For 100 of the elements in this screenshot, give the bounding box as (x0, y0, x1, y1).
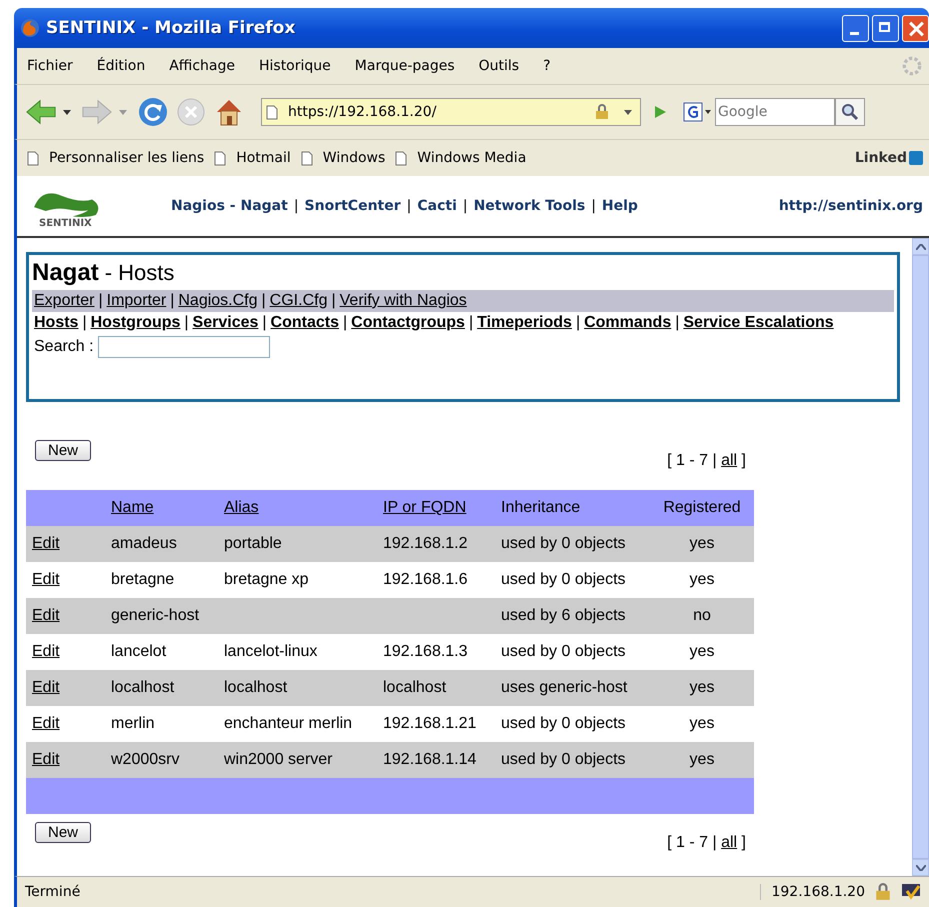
page-icon (266, 104, 278, 120)
section-link[interactable]: Service Escalations (683, 314, 834, 332)
menu-item[interactable]: ? (543, 58, 551, 74)
table-cell: lancelot (111, 643, 166, 660)
table-cell: portable (224, 535, 282, 552)
separator: | (262, 314, 267, 332)
separator: | (170, 292, 174, 310)
column-header[interactable]: Alias (224, 499, 259, 516)
bookmark-link[interactable]: Windows Media (417, 150, 526, 166)
page-icon (27, 150, 39, 166)
new-button[interactable]: New (35, 440, 92, 461)
separator: | (82, 314, 87, 332)
column-header: Inheritance (501, 499, 580, 516)
nav-link[interactable]: Cacti (417, 198, 457, 214)
nav-link[interactable]: Help (602, 198, 638, 214)
table-cell: enchanteur merlin (224, 715, 352, 732)
search-icon (840, 102, 860, 122)
menu-item[interactable]: Affichage (169, 58, 235, 74)
search-button[interactable] (835, 98, 865, 126)
page-icon (300, 150, 313, 166)
section-link[interactable]: Hosts (34, 314, 78, 332)
section-link[interactable]: Commands (584, 314, 672, 332)
maximize-button[interactable] (872, 14, 899, 42)
back-arrow-icon[interactable] (25, 97, 57, 127)
bookmark-link[interactable]: Windows (322, 150, 386, 166)
site-link[interactable]: http://sentinix.org (778, 198, 923, 214)
pager-bracket: ] (742, 834, 746, 851)
edit-link[interactable]: Edit (32, 715, 60, 732)
all-link[interactable]: all (721, 452, 738, 469)
pager-bracket: ] (742, 452, 746, 469)
menu-item[interactable]: Marque-pages (354, 58, 455, 74)
bookmark-link[interactable]: Personnaliser les liens (49, 150, 204, 166)
table-cell: generic-host (111, 607, 200, 624)
scrollbar[interactable] (912, 238, 929, 876)
tool-link[interactable]: Verify with Nagios (340, 292, 467, 310)
nav-link[interactable]: Network Tools (474, 198, 586, 214)
table-cell: no (693, 607, 711, 624)
scroll-up-icon[interactable] (916, 244, 926, 250)
table-cell: yes (690, 571, 714, 588)
search-label: Search : (34, 338, 94, 356)
minimize-button[interactable] (842, 14, 869, 42)
all-link[interactable]: all (721, 834, 738, 851)
nav-link[interactable]: SnortCenter (304, 198, 401, 214)
pager-range: [ 1 - 7 | (667, 452, 717, 469)
table-cell: used by 0 objects (501, 535, 626, 552)
edit-link[interactable]: Edit (32, 571, 60, 588)
address-field[interactable]: https://192.168.1.20/ (261, 98, 641, 126)
edit-link[interactable]: Edit (32, 643, 60, 660)
pager-range: [ 1 - 7 | (667, 834, 717, 851)
menu-item[interactable]: Fichier (27, 58, 73, 74)
new-button[interactable]: New (35, 822, 92, 843)
table-cell: yes (690, 679, 714, 696)
close-button[interactable] (902, 14, 929, 42)
table-cell: used by 0 objects (501, 715, 626, 732)
tool-link[interactable]: Exporter (34, 292, 94, 310)
table-cell: yes (690, 751, 714, 768)
section-link[interactable]: Timeperiods (477, 314, 572, 332)
menu-item[interactable]: Historique (258, 58, 331, 74)
reload-icon[interactable] (137, 97, 169, 127)
edit-link[interactable]: Edit (32, 751, 60, 768)
menu-item[interactable]: Outils (478, 58, 520, 74)
tool-link[interactable]: CGI.Cfg (270, 292, 328, 310)
section-link[interactable]: Services (192, 314, 258, 332)
table-cell: yes (690, 715, 714, 732)
table-cell: used by 0 objects (501, 571, 626, 588)
table-cell: used by 0 objects (501, 643, 626, 660)
dropdown-icon[interactable] (63, 110, 71, 114)
search-field[interactable]: Google (715, 98, 835, 126)
padlock-icon (594, 104, 610, 120)
column-header[interactable]: Name (111, 499, 154, 516)
search-engine-icon[interactable] (683, 102, 713, 122)
column-header[interactable]: IP or FQDN (383, 499, 466, 516)
section-link[interactable]: Contacts (270, 314, 339, 332)
menu-item[interactable]: Édition (96, 58, 146, 74)
throbber-icon (901, 55, 923, 77)
table-cell: lancelot-linux (224, 643, 318, 660)
table-cell: used by 6 objects (501, 607, 626, 624)
table-cell: bretagne (111, 571, 174, 588)
edit-link[interactable]: Edit (32, 535, 60, 552)
table-cell: yes (690, 535, 714, 552)
search-field[interactable] (98, 336, 270, 358)
section-link[interactable]: Hostgroups (90, 314, 180, 332)
tool-link[interactable]: Nagios.Cfg (178, 292, 258, 310)
edit-link[interactable]: Edit (32, 679, 60, 696)
bookmark-link[interactable]: Hotmail (236, 150, 291, 166)
window-title: SENTINIX - Mozilla Firefox (46, 18, 296, 38)
scroll-down-icon[interactable] (916, 864, 926, 870)
table-cell: win2000 server (224, 751, 332, 768)
nav-link[interactable]: Nagios - Nagat (171, 198, 288, 214)
table-cell: localhost (383, 679, 446, 696)
tool-link[interactable]: Importer (106, 292, 166, 310)
table-cell: 192.168.1.14 (383, 751, 476, 768)
dropdown-icon[interactable] (624, 110, 632, 114)
bookmark-link[interactable]: Linked (854, 150, 907, 166)
firefox-icon (20, 18, 40, 38)
section-link[interactable]: Contactgroups (351, 314, 465, 332)
separator: | (468, 314, 474, 332)
go-icon[interactable] (653, 105, 667, 119)
edit-link[interactable]: Edit (32, 607, 60, 624)
table-cell: bretagne xp (224, 571, 309, 588)
